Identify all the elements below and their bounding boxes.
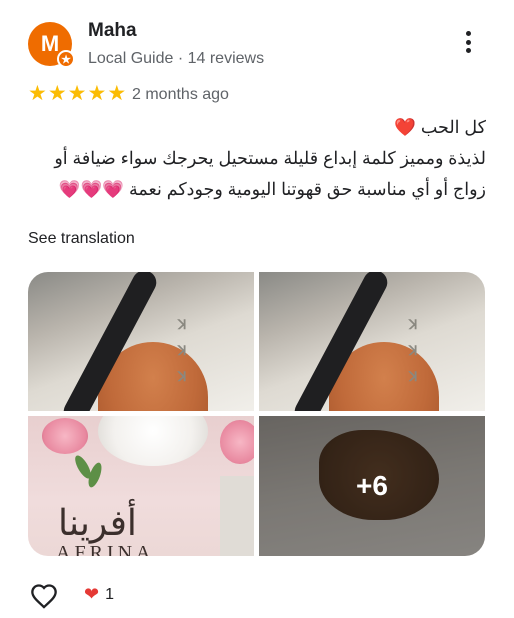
avatar-initial: M (40, 31, 60, 56)
brand-latin: AFRINA (56, 542, 155, 556)
reaction-count: 1 (105, 585, 114, 603)
heart-emoji-icon: ❤️ (394, 117, 416, 137)
star-icon: ★ (107, 82, 127, 105)
review-photo-1[interactable]: ꓘꓘꓘ (28, 272, 254, 411)
review-photo-more[interactable]: +6 (259, 416, 485, 556)
pink-hearts-emoji-icon: 💗💗💗 (58, 179, 125, 199)
review-photo-2[interactable]: ꓘꓘꓘ (259, 272, 485, 411)
more-options-icon[interactable] (456, 28, 480, 56)
brand-arabic: أفرينا (58, 502, 137, 543)
heart-icon: ❤ (84, 584, 100, 604)
star-icon: ★ (67, 82, 87, 105)
local-guide-badge-icon: ★ (57, 50, 75, 68)
star-icon: ★ (47, 82, 67, 105)
like-heart-outline-icon[interactable] (30, 583, 58, 609)
avatar[interactable]: M ★ (28, 22, 75, 68)
reviewer-meta: Local Guide · 14 reviews (88, 50, 265, 67)
review-photo-3[interactable]: أفرينا AFRINA (28, 416, 254, 556)
review-text: كل الحب ❤️ لذيذة ومميز كلمة إبداع قليلة … (28, 112, 486, 205)
star-icon: ★ (87, 82, 107, 105)
star-rating: ★ ★ ★ ★ ★ (28, 83, 126, 105)
reaction-summary[interactable]: ❤ 1 (84, 584, 114, 605)
review-line1: كل الحب (420, 117, 486, 137)
reviewer-name[interactable]: Maha (88, 20, 137, 42)
see-translation-link[interactable]: See translation (28, 230, 135, 248)
star-icon: ★ (28, 82, 47, 105)
review-date: 2 months ago (132, 86, 229, 103)
more-photos-count: +6 (356, 470, 388, 501)
